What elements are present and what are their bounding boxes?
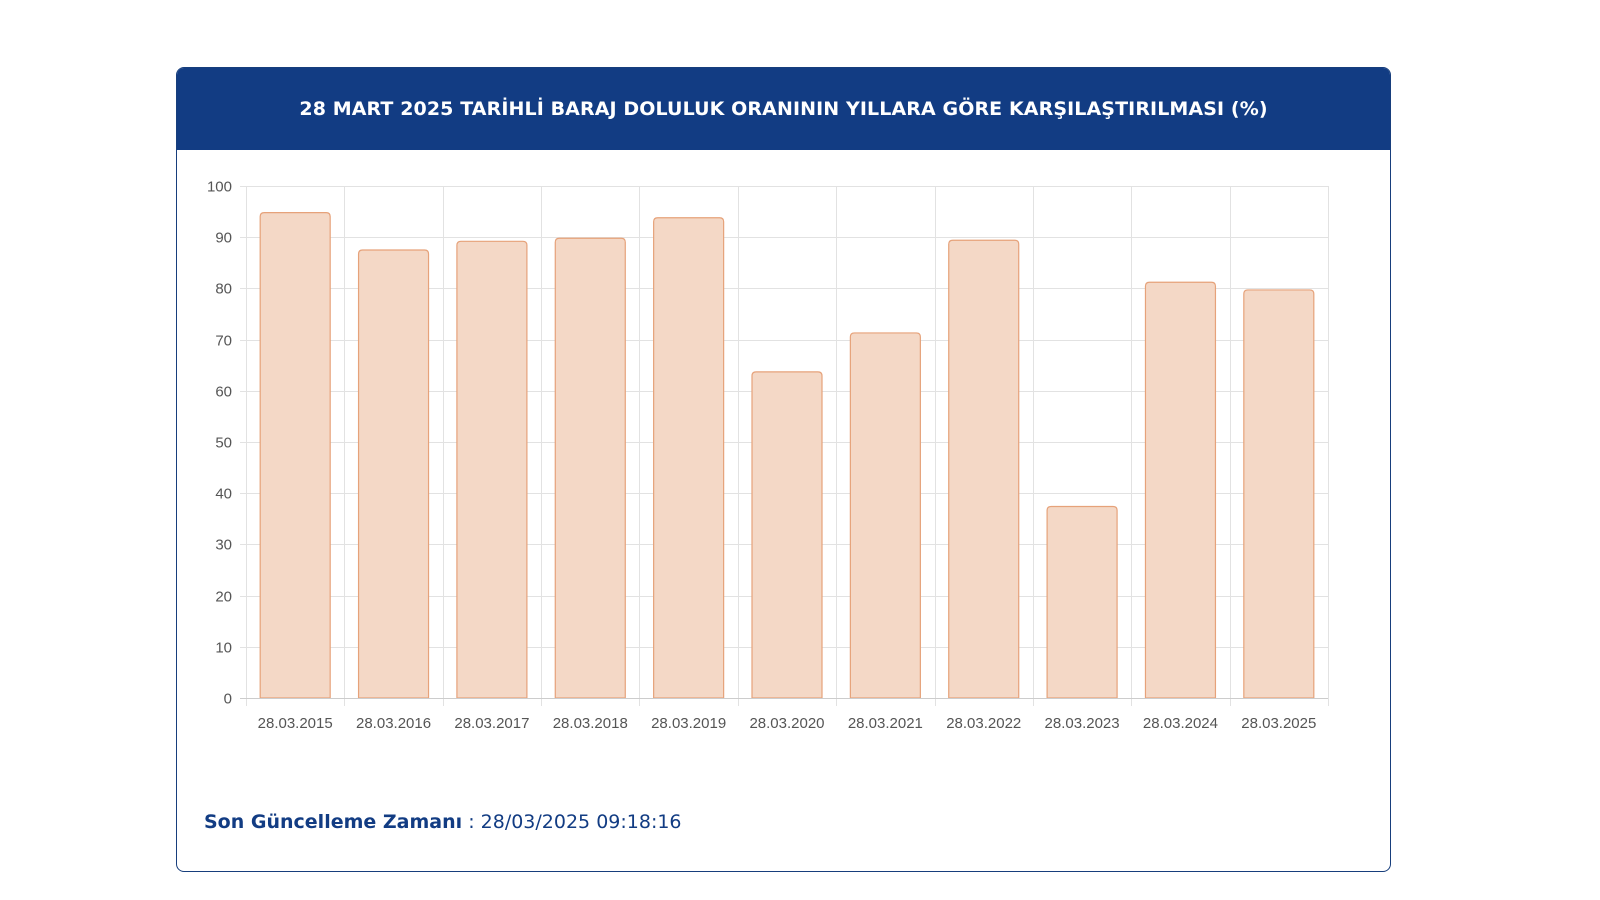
x-tick-label: 28.03.2020 — [749, 715, 824, 732]
last-update-separator: : — [462, 811, 481, 833]
x-tick-label: 28.03.2015 — [258, 715, 333, 732]
y-tick-label: 40 — [215, 486, 232, 503]
bar — [456, 240, 528, 699]
y-tick-label: 30 — [215, 537, 232, 554]
bar — [1243, 289, 1315, 699]
last-update-label: Son Güncelleme Zamanı — [204, 811, 463, 833]
card-header: 28 MART 2025 TARİHLİ BARAJ DOLULUK ORANI… — [177, 68, 1390, 150]
chart-card: 28 MART 2025 TARİHLİ BARAJ DOLULUK ORANI… — [176, 67, 1391, 872]
chart-title: 28 MART 2025 TARİHLİ BARAJ DOLULUK ORANI… — [299, 98, 1268, 120]
last-update-value: 28/03/2025 09:18:16 — [480, 811, 682, 833]
x-tick-label: 28.03.2016 — [356, 715, 431, 732]
y-tick-label: 10 — [215, 640, 232, 657]
bar — [1046, 505, 1118, 699]
y-tick-label: 90 — [215, 230, 232, 247]
x-tick-label: 28.03.2017 — [454, 715, 529, 732]
bar — [751, 371, 823, 699]
x-tick-label: 28.03.2024 — [1143, 715, 1218, 732]
bar-chart: 0 10 20 30 40 50 60 70 80 90 100 28.03.2015 28.03.20… — [207, 179, 1329, 732]
y-tick-label: 0 — [224, 691, 232, 708]
bar — [653, 217, 725, 699]
chart-area: 0 10 20 30 40 50 60 70 80 90 100 28.03.2015 28.03.20… — [177, 150, 1389, 790]
bar — [849, 332, 921, 699]
x-tick-label: 28.03.2022 — [946, 715, 1021, 732]
x-tick-label: 28.03.2019 — [651, 715, 726, 732]
last-update: Son Güncelleme Zamanı : 28/03/2025 09:18… — [204, 811, 682, 833]
bar — [948, 239, 1020, 699]
y-tick-label: 50 — [215, 435, 232, 452]
bar — [259, 212, 331, 699]
y-tick-label: 60 — [215, 384, 232, 401]
bar — [1144, 281, 1217, 699]
x-tick-label: 28.03.2023 — [1045, 715, 1120, 732]
y-tick-label: 20 — [215, 589, 232, 606]
x-tick-label: 28.03.2021 — [848, 715, 923, 732]
y-tick-label: 80 — [215, 281, 232, 298]
bar — [554, 237, 626, 699]
y-tick-label: 100 — [207, 179, 232, 196]
y-tick-label: 70 — [215, 333, 232, 350]
bar — [357, 249, 430, 699]
x-tick-label: 28.03.2025 — [1241, 715, 1316, 732]
x-tick-label: 28.03.2018 — [553, 715, 628, 732]
